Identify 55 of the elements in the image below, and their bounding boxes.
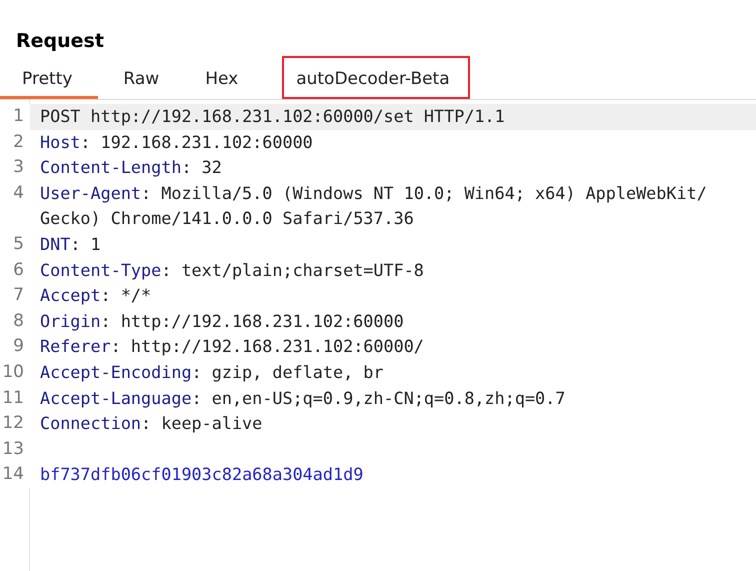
line-number: 5	[13, 234, 24, 254]
request-line: POST http://192.168.231.102:60000/set HTTP/1.1	[40, 106, 505, 126]
body-text: bf737dfb06cf01903c82a68a304ad1d9	[40, 464, 364, 484]
tab[interactable]: Hex	[183, 56, 260, 99]
line-number: 6	[13, 260, 24, 280]
line-number: 4	[13, 182, 24, 203]
line-number: 2	[13, 132, 24, 152]
header-separator: :	[192, 362, 202, 382]
header-separator: :	[141, 182, 152, 203]
line-number: 13	[2, 438, 24, 459]
header-separator: :	[100, 310, 111, 331]
header-separator: :	[192, 388, 202, 408]
header-separator: :	[141, 413, 152, 434]
line-number: 10	[2, 362, 24, 382]
header-separator: :	[100, 285, 111, 306]
line-number: 11	[2, 388, 24, 408]
header-name: DNT	[40, 234, 70, 254]
line-number: 7	[13, 285, 24, 306]
header-name: Origin	[40, 310, 101, 331]
header-name: Content-Length	[40, 157, 182, 178]
header-name: Accept-Encoding	[40, 362, 192, 382]
header-value: text/plain;charset=UTF-8	[181, 260, 424, 280]
header-name: Referer	[40, 336, 111, 356]
header-value: http://192.168.231.102:60000	[120, 310, 404, 331]
line-number: 1	[13, 106, 24, 126]
header-separator: :	[181, 157, 192, 178]
header-name: Accept-Language	[40, 388, 192, 408]
header-separator: :	[80, 132, 91, 152]
header-value: 1	[90, 234, 101, 254]
header-value: 192.168.231.102:60000	[100, 132, 313, 152]
header-value: en,en-US;q=0.9,zh-CN;q=0.8,zh;q=0.7	[212, 388, 566, 408]
header-value: Gecko) Chrome/141.0.0.0 Safari/537.36	[40, 208, 414, 228]
header-value: 32	[202, 157, 222, 178]
line-number: 3	[13, 157, 24, 178]
line-number: 12	[2, 413, 24, 434]
header-value: gzip, deflate, br	[212, 362, 384, 382]
header-separator: :	[110, 336, 121, 356]
header-name: Connection	[40, 413, 142, 434]
tab[interactable]: autoDecoder-Beta	[282, 56, 470, 99]
header-name: Host	[40, 132, 80, 152]
header-value: keep-alive	[161, 413, 262, 434]
line-number: 8	[13, 310, 24, 331]
header-value: */*	[120, 285, 152, 306]
header-separator: :	[161, 260, 172, 280]
header-separator: :	[70, 234, 80, 254]
line-number: 9	[13, 336, 24, 356]
header-value: http://192.168.231.102:60000/	[130, 336, 424, 356]
header-name: Content-Type	[40, 260, 162, 280]
header-name: User-Agent	[40, 182, 142, 203]
tab[interactable]: Raw	[101, 56, 180, 99]
line-number: 14	[2, 464, 24, 484]
header-name: Accept	[40, 285, 101, 306]
header-value: Mozilla/5.0 (Windows NT 10.0; Win64; x64) AppleWebKit/	[161, 182, 707, 203]
panel-title: Request	[15, 29, 105, 54]
code-editor[interactable]	[0, 100, 756, 571]
